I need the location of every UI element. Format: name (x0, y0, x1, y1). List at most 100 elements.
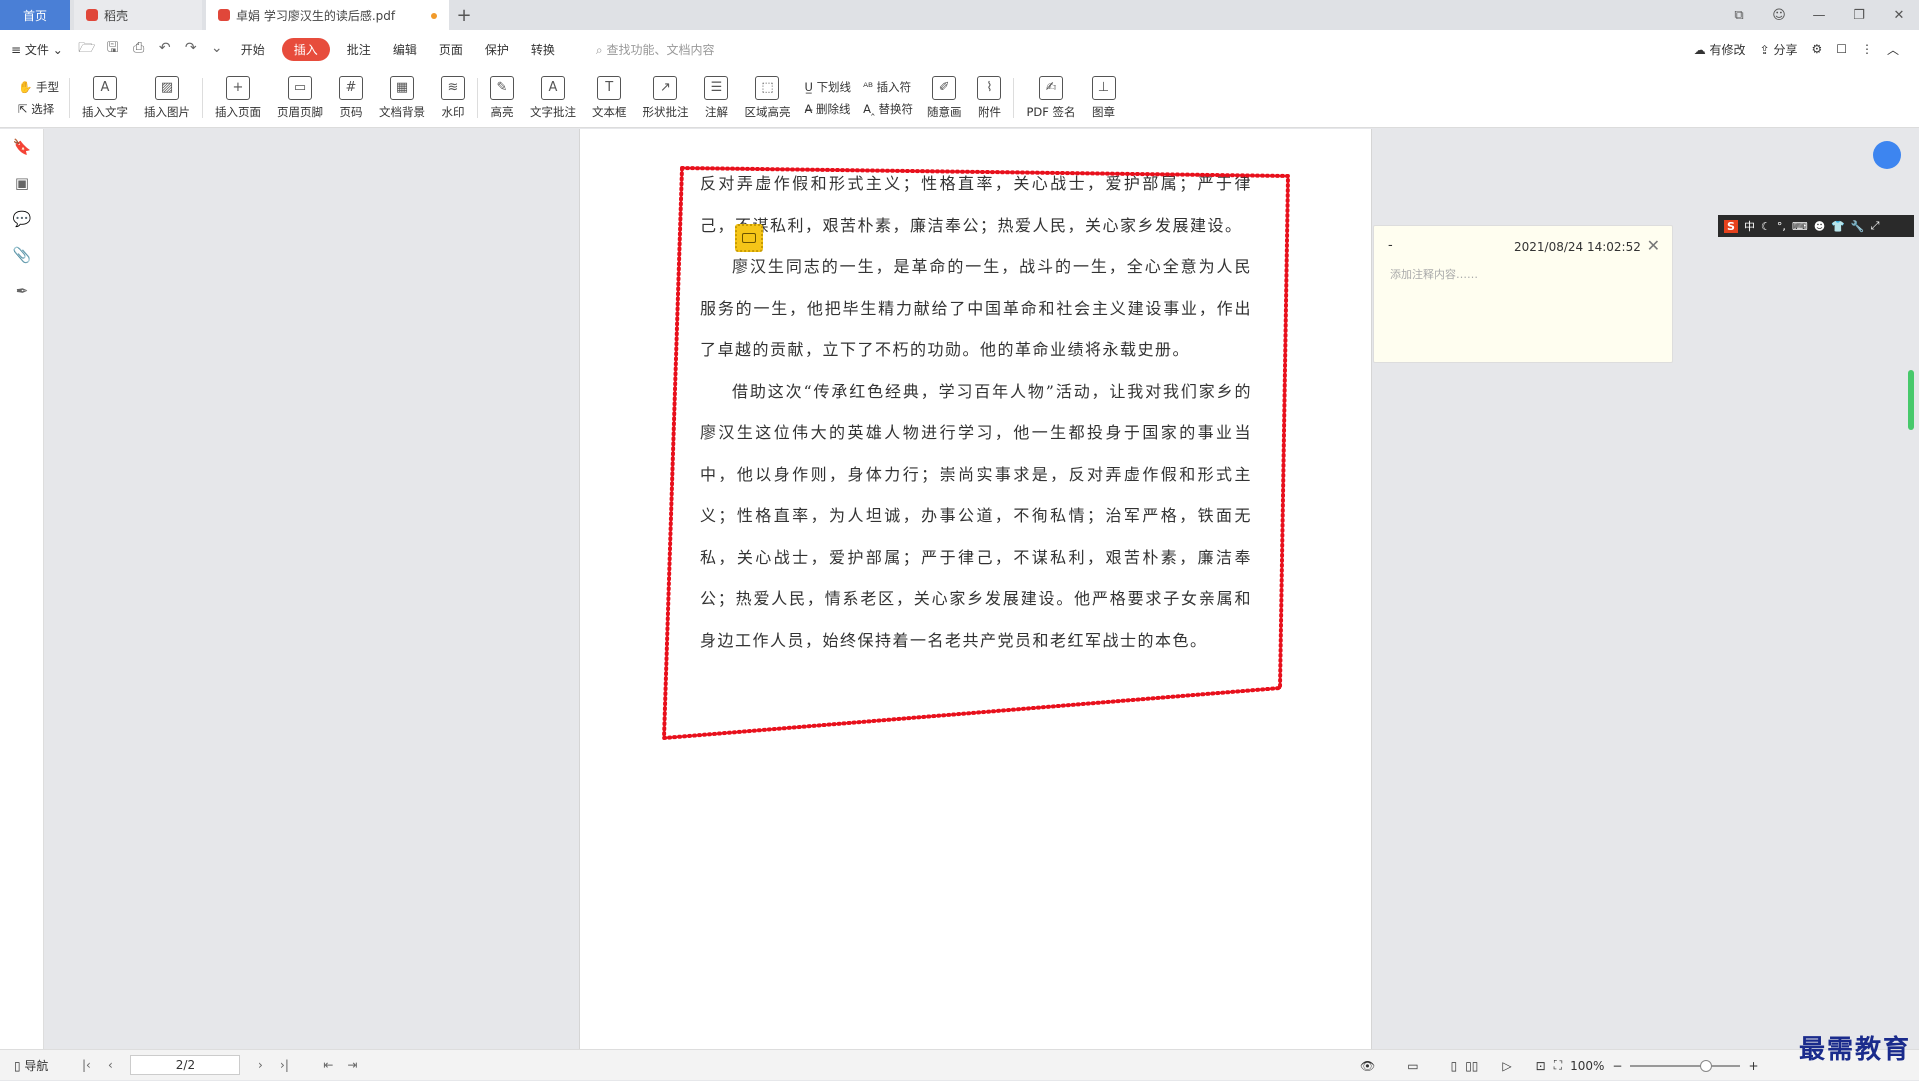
close-icon[interactable]: ✕ (1879, 8, 1919, 23)
tab-page[interactable]: 页面 (428, 41, 474, 58)
last-page-icon[interactable]: ›| (272, 1058, 296, 1072)
print-icon[interactable]: ⎙ (126, 40, 152, 56)
zoom-slider-knob[interactable] (1700, 1059, 1713, 1072)
hand-tool[interactable]: ✋ 手型 (18, 79, 59, 95)
play-icon[interactable]: ▷ (1502, 1059, 1511, 1073)
redo-icon[interactable]: ↷ (178, 40, 204, 56)
replace-symbol-button[interactable]: A‸ 替换符 (863, 101, 913, 117)
unsaved-dot (431, 13, 437, 19)
forward-icon[interactable]: ⇥ (340, 1058, 364, 1072)
page-view-icon[interactable]: ▯ (1451, 1059, 1458, 1073)
tab-protect[interactable]: 保护 (474, 41, 520, 58)
insert-text-button[interactable]: A 插入文字 (74, 70, 136, 126)
ime-skin-icon[interactable]: 👕 (1831, 220, 1845, 233)
page-add-icon: + (225, 75, 250, 100)
watermark-label: 水印 (441, 104, 465, 119)
first-page-icon[interactable]: |‹ (74, 1058, 98, 1072)
tab-edit[interactable]: 编辑 (382, 41, 428, 58)
nav-toggle[interactable]: ▯ 导航 (14, 1057, 48, 1074)
zoom-out-icon[interactable]: − (1612, 1059, 1622, 1073)
fit-page-icon[interactable]: ⛶ (1554, 1058, 1562, 1073)
tab-home[interactable]: 首页 (0, 0, 70, 30)
comment-panel-icon[interactable]: 💬 (0, 201, 44, 237)
signature-panel-icon[interactable]: ✒ (0, 273, 44, 309)
tab-start[interactable]: 开始 (230, 41, 276, 58)
collapse-icon[interactable]: ︿ (1887, 41, 1899, 58)
dual-page-icon[interactable]: ▯▯ (1465, 1059, 1478, 1073)
bookmark-icon[interactable]: 🔖 (0, 129, 44, 165)
tab-comment[interactable]: 批注 (336, 41, 382, 58)
prev-page-icon[interactable]: ‹ (98, 1058, 122, 1072)
next-page-icon[interactable]: › (248, 1058, 272, 1072)
tab-document[interactable]: 卓娟 学习廖汉生的读后感.pdf (206, 0, 449, 30)
attachment-panel-icon[interactable]: 📎 (0, 237, 44, 273)
textbox-button[interactable]: T 文本框 (584, 70, 635, 126)
back-icon[interactable]: ⇤ (316, 1058, 340, 1072)
share-button[interactable]: ⇪ 分享 (1760, 41, 1798, 58)
thumbnail-icon[interactable]: ▣ (0, 165, 44, 201)
area-highlight-button[interactable]: ⬚ 区域高亮 (736, 70, 798, 126)
scrollbar[interactable] (1908, 370, 1914, 430)
page-number-button[interactable]: # 页码 (331, 70, 371, 126)
insert-image-button[interactable]: ▨ 插入图片 (136, 70, 198, 126)
comment-input[interactable]: 添加注释内容…… (1390, 266, 1478, 282)
ime-user-icon[interactable]: ☻ (1814, 220, 1825, 233)
stamp-button[interactable]: ⊥ 图章 (1084, 70, 1124, 126)
underline-button[interactable]: U̲ 下划线 (804, 79, 851, 95)
zoom-slider[interactable] (1630, 1059, 1741, 1072)
shape-comment-button[interactable]: ↗ 形状批注 (634, 70, 696, 126)
ime-tool-icon[interactable]: 🔧 (1851, 220, 1865, 233)
close-icon[interactable]: ✕ (1647, 236, 1660, 255)
fit-width-icon[interactable]: ⊡ (1536, 1059, 1546, 1073)
float-action-button[interactable] (1873, 141, 1901, 169)
save-icon[interactable]: 🖫 (100, 37, 126, 61)
layout-icon[interactable]: ⧉ (1719, 8, 1759, 23)
note-annotation-icon[interactable] (735, 224, 763, 252)
watermark-button[interactable]: ≋ 水印 (433, 70, 473, 126)
tab-bar: 首页 稻壳 卓娟 学习廖汉生的读后感.pdf + ⧉ ☺ — ❐ ✕ (0, 0, 1919, 30)
annotation-button[interactable]: ☰ 注解 (696, 70, 736, 126)
eye-icon[interactable]: 👁 (1360, 1059, 1375, 1073)
new-tab-button[interactable]: + (449, 0, 479, 30)
divider (68, 77, 70, 118)
zoom-in-icon[interactable]: + (1748, 1059, 1758, 1073)
restore-icon[interactable]: ❐ (1839, 8, 1879, 23)
zoom-value[interactable]: 100% (1570, 1059, 1604, 1073)
more-icon[interactable]: ⌄ (204, 40, 230, 56)
insert-symbol-button[interactable]: ᴬᴮ 插入符 (863, 79, 913, 95)
more-menu-icon[interactable]: ⋮ (1861, 42, 1873, 56)
minimize-icon[interactable]: — (1799, 8, 1839, 23)
undo-icon[interactable]: ↶ (152, 40, 178, 56)
page-number-input[interactable]: 2/2 (130, 1055, 241, 1075)
ime-chinese-icon[interactable]: 中 (1744, 218, 1755, 234)
has-edit-button[interactable]: ☁ 有修改 (1694, 41, 1746, 58)
ime-toolbar[interactable]: S 中 ☾ °, ⌨ ☻ 👕 🔧 ⤢ (1718, 215, 1914, 237)
ime-moon-icon[interactable]: ☾ (1761, 220, 1771, 233)
doc-background-button[interactable]: ▦ 文档背景 (371, 70, 433, 126)
insert-page-button[interactable]: + 插入页面 (207, 70, 269, 126)
pdf-sign-button[interactable]: ✍ PDF 签名 (1018, 70, 1083, 126)
tab-insert[interactable]: 插入 (281, 37, 330, 61)
strikethrough-button[interactable]: A̶ 删除线 (804, 101, 851, 117)
file-menu[interactable]: ≡ 文件 ⌄ (0, 41, 74, 58)
tab-daoke[interactable]: 稻壳 (74, 0, 202, 30)
comment-card[interactable]: - 2021/08/24 14:02:52 ✕ 添加注释内容…… (1373, 225, 1673, 363)
highlight-button[interactable]: ✎ 高亮 (482, 70, 522, 126)
ime-keyboard-icon[interactable]: ⌨ (1792, 220, 1808, 233)
header-footer-button[interactable]: ▭ 页眉页脚 (269, 70, 331, 126)
single-page-icon[interactable]: ▭ (1407, 1059, 1418, 1073)
feedback-icon[interactable]: ☐ (1836, 42, 1847, 56)
stamp-icon: ⊥ (1091, 75, 1116, 100)
select-tool[interactable]: ⇱ 选择 (18, 101, 59, 117)
ime-more-icon[interactable]: ⤢ (1871, 219, 1880, 233)
freehand-button[interactable]: ✐ 随意画 (919, 70, 970, 126)
highlight-icon: ✎ (489, 75, 514, 100)
tab-convert[interactable]: 转换 (520, 41, 566, 58)
attachment-button[interactable]: ⌇ 附件 (969, 70, 1009, 126)
ime-punct-icon[interactable]: °, (1777, 220, 1786, 233)
text-comment-button[interactable]: A 文字批注 (522, 70, 584, 126)
search-box[interactable]: ⌕ 查找功能、文档内容 (596, 41, 715, 58)
avatar[interactable]: ☺ (1759, 8, 1799, 23)
settings-icon[interactable]: ⚙ (1811, 42, 1822, 56)
open-icon[interactable]: 🗁 (74, 37, 100, 61)
